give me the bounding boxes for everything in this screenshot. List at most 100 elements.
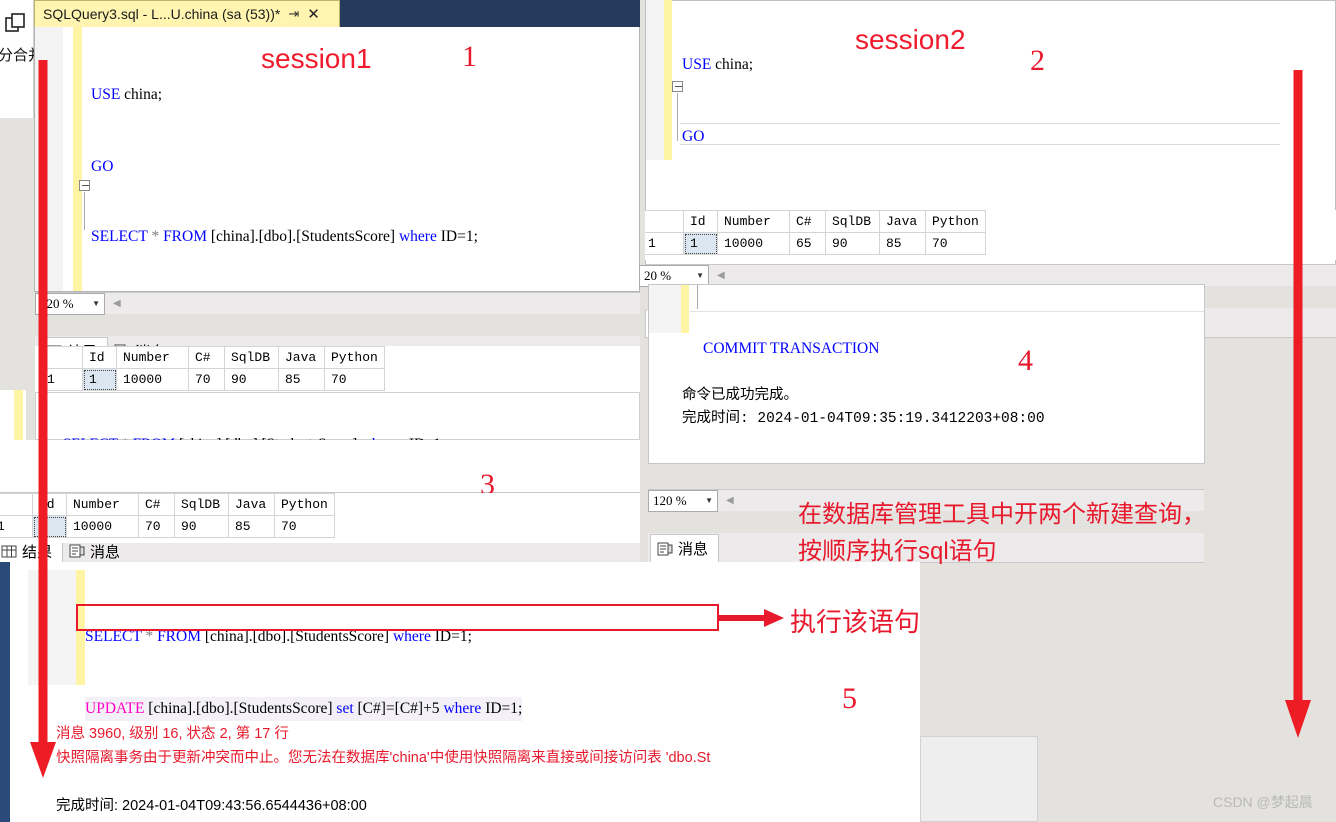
panel4-message-line-1: 命令已成功完成。 [682,387,798,403]
session1-collapse-toggle[interactable] [79,180,90,191]
session1-annotation-label: session1 [261,43,372,74]
cell-java[interactable]: 85 [228,515,275,538]
panel5-completion-line: 完成时间: 2024-01-04T09:43:56.6544436+08:00 [56,798,367,814]
session2-results-grid: Id Number C# SqlDB Java Python 1 1 10000… [645,210,986,255]
col-id[interactable]: Id [82,346,117,369]
chevron-down-icon: ▼ [696,271,704,280]
code-line: USE china; [682,56,754,73]
session2-annotation-label: session2 [855,24,966,55]
col-java[interactable]: Java [228,493,275,516]
col-sqldb[interactable]: SqlDB [174,493,229,516]
cell-sqldb[interactable]: 90 [174,515,229,538]
session1-zoom-bar: 120 % ▼ ◀ [35,292,640,315]
col-java[interactable]: Java [879,210,926,233]
panel4-messages[interactable]: 命令已成功完成。 完成时间: 2024-01-04T09:35:19.34122… [650,383,1203,463]
cell-python[interactable]: 70 [274,515,335,538]
col-sqldb[interactable]: SqlDB [825,210,880,233]
cell-number[interactable]: 10000 [717,232,790,255]
panel4-zoom-select[interactable]: 120 % ▼ [648,489,718,512]
col-java[interactable]: Java [278,346,325,369]
tab-messages[interactable]: 消息 [650,534,720,562]
panel4-step-number: 4 [1018,344,1033,377]
cell-java[interactable]: 85 [879,232,926,255]
code-line-highlighted: UPDATE [china].[dbo].[StudentsScore] set… [85,697,523,721]
cell-java[interactable]: 85 [278,368,325,391]
panel5-arrow-icon [718,606,784,630]
code-line: COMMIT TRANSACTION [703,340,880,357]
panel5-error-line-1: 消息 3960, 级别 16, 状态 2, 第 17 行 [56,726,289,742]
col-csharp[interactable]: C# [188,346,225,369]
session2-current-line [680,123,1280,145]
message-icon [69,543,85,559]
col-python[interactable]: Python [324,346,385,369]
pin-icon[interactable]: ⇥ [288,6,299,22]
code-line: SELECT * FROM [china].[dbo].[StudentsSco… [91,228,478,245]
scroll-left-icon[interactable]: ◀ [717,270,725,281]
panel5-highlight-box [76,604,719,631]
session1-step-number: 1 [462,40,477,73]
right-flow-arrow [1283,70,1313,740]
cell-number[interactable]: 10000 [66,515,139,538]
scroll-left-icon[interactable]: ◀ [113,298,121,309]
panel4-gutter [649,285,681,333]
code-line: USE china; [91,86,163,103]
panel4-collapse-guide [697,285,698,309]
table-header-row: Id Number C# SqlDB Java Python [40,346,385,369]
cell-id[interactable]: 1 [82,368,117,391]
session2-step-number: 2 [1030,44,1045,77]
col-csharp[interactable]: C# [789,210,826,233]
cell-python[interactable]: 70 [925,232,986,255]
col-python[interactable]: Python [925,210,986,233]
col-csharp[interactable]: C# [138,493,175,516]
close-icon[interactable]: ✕ [307,5,320,23]
col-sqldb[interactable]: SqlDB [224,346,279,369]
watermark: CSDN @梦起晨 [1213,794,1313,810]
cell-sqldb[interactable]: 90 [224,368,279,391]
session1-collapse-guide [84,192,85,230]
tab-messages-label: 消息 [90,543,121,561]
cell-csharp[interactable]: 65 [789,232,826,255]
left-flow-arrow [28,60,58,780]
cell-python[interactable]: 70 [324,368,385,391]
panel4-line-sep [690,311,1204,312]
col-rownum [645,210,684,233]
session1-code-begin-transaction[interactable]: BEGIN TRANSACTION; [91,273,261,291]
session1-results-grid-container[interactable]: Id Number C# SqlDB Java Python 1 1 10000… [35,346,640,392]
cell-id[interactable]: 1 [683,232,718,255]
panel4-change-bar [681,285,689,333]
session2-collapse-toggle[interactable] [672,81,683,92]
col-id[interactable]: Id [683,210,718,233]
session1-results-grid: Id Number C# SqlDB Java Python 1 1 10000… [40,346,385,391]
session2-change-bar [664,0,672,160]
panel5-messages[interactable]: 消息 3960, 级别 16, 状态 2, 第 17 行 快照隔离事务由于更新冲… [22,722,920,817]
scroll-left-icon[interactable]: ◀ [726,495,734,506]
background-window-bottom-right [920,736,1038,822]
cell-rownum: 1 [645,232,684,255]
session1-tab-title: SQLQuery3.sql - L...U.china (sa (53))* [43,6,281,22]
session2-zoom-value: 20 % [644,267,672,283]
cell-number[interactable]: 10000 [116,368,189,391]
panel3-results-grid-container[interactable]: Id Number C# SqlDB Java Python 1 1 10000… [0,493,640,543]
cell-csharp[interactable]: 70 [188,368,225,391]
tab-messages-label: 消息 [678,541,709,558]
panel4-message-line-3: 完成时间: 2024-01-04T09:35:19.3412203+08:00 [682,411,1045,427]
cell-csharp[interactable]: 70 [138,515,175,538]
col-number[interactable]: Number [66,493,139,516]
col-number[interactable]: Number [116,346,189,369]
table-header-row: Id Number C# SqlDB Java Python [645,210,986,233]
cell-sqldb[interactable]: 90 [825,232,880,255]
session1-tab[interactable]: SQLQuery3.sql - L...U.china (sa (53))* ⇥… [34,0,340,27]
panel5-left-dark-edge [0,562,10,822]
session2-collapse-guide [677,93,678,141]
annotation-instructions-line1: 在数据库管理工具中开两个新建查询， [798,501,1206,528]
chevron-down-icon: ▼ [92,299,100,308]
panel5-step-number: 5 [842,682,857,715]
col-number[interactable]: Number [717,210,790,233]
table-row: 1 1 10000 70 90 85 70 [40,368,385,391]
session2-results-grid-container[interactable]: Id Number C# SqlDB Java Python 1 1 10000… [645,210,1336,260]
col-python[interactable]: Python [274,493,335,516]
annotation-instructions: 在数据库管理工具中开两个新建查询， 按顺序执行sql语句 [798,496,1206,570]
chevron-down-icon: ▼ [705,496,713,505]
panel5-error-line-2: 快照隔离事务由于更新冲突而中止。您无法在数据库'china'中使用快照隔离来直接… [56,750,711,766]
grid-icon [1,544,17,560]
